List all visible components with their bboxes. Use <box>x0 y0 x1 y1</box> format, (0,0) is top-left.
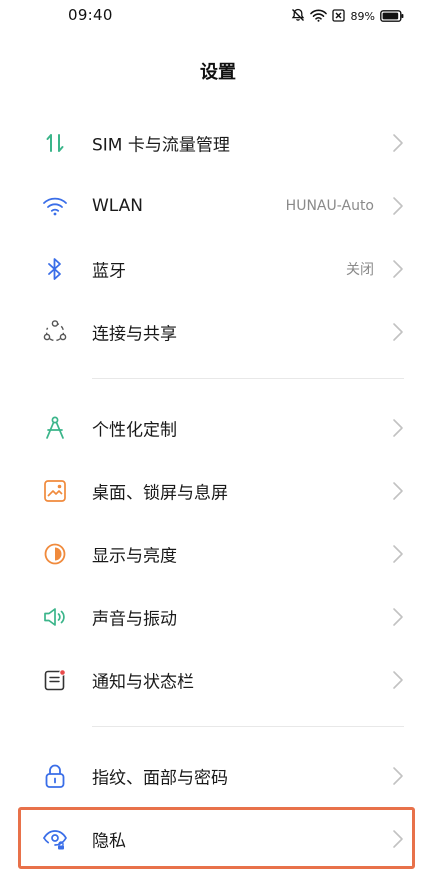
settings-item-label: 指纹、面部与密码 <box>92 768 228 788</box>
mute-icon <box>291 7 305 26</box>
settings-item-label: 个性化定制 <box>92 420 177 440</box>
wifi-icon <box>309 7 327 26</box>
battery-icon <box>380 7 404 26</box>
page-title: 设置 <box>200 62 236 83</box>
settings-item-home-lock-screen[interactable]: 桌面、锁屏与息屏 <box>0 459 436 522</box>
settings-item-label: 蓝牙 <box>92 261 126 281</box>
notification-icon <box>42 667 68 693</box>
chevron-right-icon <box>393 418 403 437</box>
settings-item-label: 显示与亮度 <box>92 546 177 566</box>
wallpaper-icon <box>42 478 68 504</box>
sound-icon <box>42 604 68 630</box>
connection-share-icon <box>42 319 68 345</box>
settings-item-label: WLAN <box>92 195 144 216</box>
settings-item-value: HUNAU-Auto <box>285 197 374 214</box>
compass-icon <box>42 415 68 441</box>
status-time: 09:40 <box>68 6 113 24</box>
settings-item-notification-statusbar[interactable]: 通知与状态栏 <box>0 648 436 711</box>
settings-item-personalization[interactable]: 个性化定制 <box>0 396 436 459</box>
settings-item-label: 桌面、锁屏与息屏 <box>92 483 228 503</box>
status-icons: 89% <box>291 7 404 25</box>
settings-item-sim[interactable]: SIM 卡与流量管理 <box>0 111 436 174</box>
settings-item-fingerprint-face-password[interactable]: 指纹、面部与密码 <box>0 744 436 807</box>
settings-item-display-brightness[interactable]: 显示与亮度 <box>0 522 436 585</box>
section-divider <box>92 378 404 379</box>
settings-item-bluetooth[interactable]: 蓝牙 关闭 <box>0 237 436 300</box>
chevron-right-icon <box>393 481 403 500</box>
chevron-right-icon <box>393 133 403 152</box>
settings-item-sound-vibration[interactable]: 声音与振动 <box>0 585 436 648</box>
highlight-box <box>18 807 415 869</box>
chevron-right-icon <box>393 607 403 626</box>
settings-item-label: 通知与状态栏 <box>92 672 194 692</box>
bluetooth-icon <box>42 256 68 282</box>
settings-item-wlan[interactable]: WLAN HUNAU-Auto <box>0 174 436 237</box>
chevron-right-icon <box>393 670 403 689</box>
chevron-right-icon <box>393 322 403 341</box>
settings-item-label: SIM 卡与流量管理 <box>92 135 230 155</box>
settings-item-label: 声音与振动 <box>92 609 177 629</box>
settings-item-connection-share[interactable]: 连接与共享 <box>0 300 436 363</box>
sim-data-icon <box>42 130 68 156</box>
settings-item-value: 关闭 <box>346 261 374 278</box>
chevron-right-icon <box>393 259 403 278</box>
wifi-icon <box>42 193 68 219</box>
brightness-icon <box>42 541 68 567</box>
status-bar: 09:40 89% <box>0 0 436 32</box>
chevron-right-icon <box>393 544 403 563</box>
battery-percent: 89% <box>350 9 375 23</box>
chevron-right-icon <box>393 196 403 215</box>
lock-icon <box>42 763 68 789</box>
sim-off-icon <box>331 7 345 26</box>
chevron-right-icon <box>393 766 403 785</box>
settings-item-label: 连接与共享 <box>92 324 177 344</box>
section-divider <box>92 726 404 727</box>
